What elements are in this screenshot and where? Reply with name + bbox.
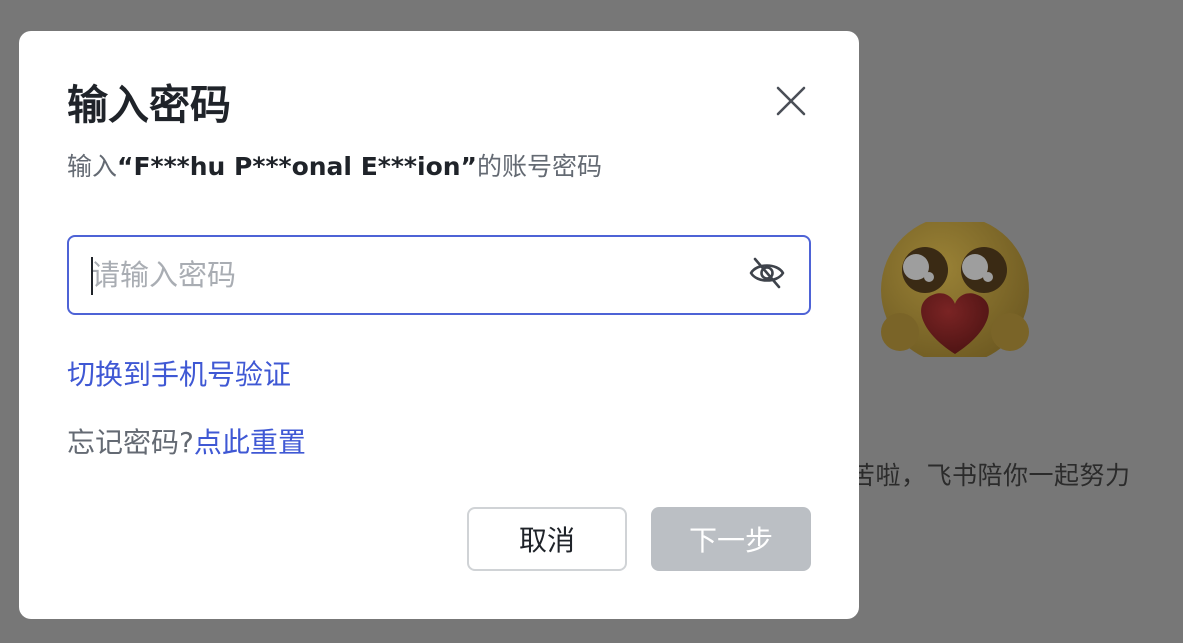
background-slogan: 苦啦，飞书陪你一起努力 xyxy=(850,461,1131,490)
forgot-password-row: 忘记密码?点此重置 xyxy=(67,421,306,461)
forgot-password-text: 忘记密码? xyxy=(67,426,194,459)
close-button[interactable] xyxy=(771,83,811,123)
account-name: “F***hu P***onal E***ion” xyxy=(117,152,477,181)
next-step-button[interactable]: 下一步 xyxy=(651,507,811,571)
reset-password-link[interactable]: 点此重置 xyxy=(194,426,306,459)
toggle-visibility-button[interactable] xyxy=(747,255,787,295)
cancel-button[interactable]: 取消 xyxy=(467,507,627,571)
password-dialog: 输入密码 输入“F***hu P***onal E***ion”的账号密码 切换… xyxy=(19,31,859,619)
text-caret xyxy=(91,257,93,295)
eye-off-icon[interactable] xyxy=(748,254,786,296)
subtitle-prefix: 输入 xyxy=(67,152,118,181)
password-input[interactable] xyxy=(91,237,721,313)
close-icon[interactable] xyxy=(774,84,808,122)
heart-hug-emoji-icon xyxy=(880,216,1030,364)
dialog-title: 输入密码 xyxy=(67,81,231,129)
subtitle-suffix: 的账号密码 xyxy=(476,152,602,181)
password-field[interactable] xyxy=(67,235,811,315)
switch-to-phone-link[interactable]: 切换到手机号验证 xyxy=(67,353,291,393)
dialog-subtitle: 输入“F***hu P***onal E***ion”的账号密码 xyxy=(67,152,602,182)
